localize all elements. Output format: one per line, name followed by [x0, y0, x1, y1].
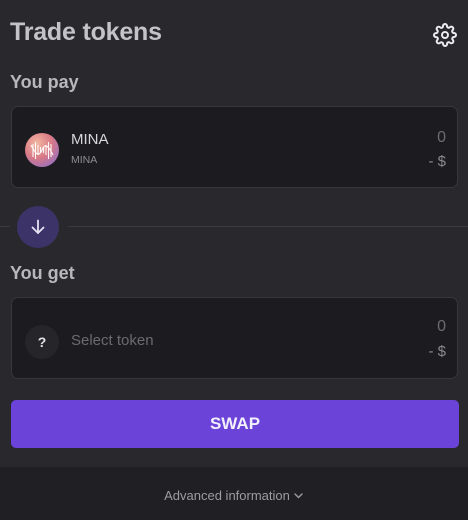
switch-direction-button[interactable]	[17, 206, 59, 248]
you-pay-label: You pay	[10, 72, 79, 92]
get-input-box[interactable]: ? Select token 0 - $	[11, 297, 458, 379]
unknown-token-icon[interactable]: ?	[25, 325, 59, 359]
advanced-information-label: Advanced information	[164, 488, 290, 503]
you-get-label: You get	[10, 263, 75, 283]
divider-right	[68, 226, 468, 227]
pay-token-name: MINA	[71, 154, 98, 166]
swap-button[interactable]: SWAP	[11, 400, 459, 448]
get-amount-input[interactable]: 0	[437, 318, 446, 336]
arrow-down-icon	[31, 219, 45, 234]
advanced-information-toggle[interactable]: Advanced information	[0, 488, 468, 503]
mina-token-icon[interactable]	[25, 133, 59, 167]
page-title: Trade tokens	[10, 18, 162, 46]
pay-input-box[interactable]: MINA MINA 0 - $	[11, 106, 458, 188]
chevron-down-icon	[294, 493, 303, 499]
trade-panel: Trade tokens You pay MINA MINA 0 - $ You…	[0, 0, 468, 520]
pay-amount-input[interactable]: 0	[437, 129, 446, 147]
get-usd-value: - $	[428, 343, 446, 360]
trade-card: Trade tokens You pay MINA MINA 0 - $ You…	[0, 0, 468, 467]
pay-token-symbol[interactable]: MINA	[71, 131, 109, 148]
pay-usd-value: - $	[428, 153, 446, 170]
select-token-button[interactable]: Select token	[71, 332, 154, 349]
divider-left	[0, 226, 10, 227]
gear-icon[interactable]	[433, 23, 457, 47]
